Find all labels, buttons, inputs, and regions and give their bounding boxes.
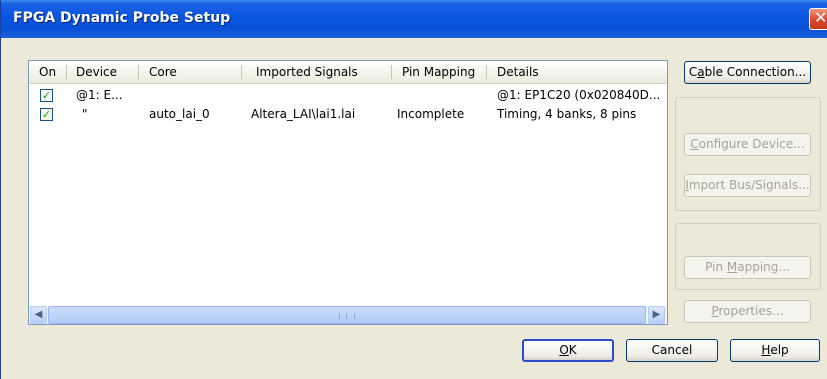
title-bar[interactable]: FPGA Dynamic Probe Setup ✕ — [1, 0, 827, 38]
btn-mnemonic: M — [726, 260, 738, 274]
cancel-button[interactable]: Cancel — [626, 339, 718, 362]
table-row[interactable]: ✓ " auto_lai_0 Altera_LAI\lai1.lai Incom… — [29, 105, 667, 124]
btn-label-prefix: C — [688, 65, 698, 79]
cell-pin-mapping: Incomplete — [397, 107, 465, 121]
close-icon[interactable]: ✕ — [809, 8, 827, 30]
row-enable-checkbox[interactable]: ✓ — [40, 89, 53, 102]
pin-mapping-button[interactable]: Pin Mapping... — [684, 256, 811, 279]
btn-label-rest: ble Connection... — [704, 65, 807, 79]
column-divider[interactable] — [241, 65, 242, 79]
list-header: On Device Core Imported Signals Pin Mapp… — [29, 61, 667, 84]
btn-label-rest: mport Bus/Signals... — [688, 178, 810, 192]
cable-connection-button[interactable]: Cable Connection... — [684, 61, 811, 84]
btn-mnemonic: H — [761, 343, 771, 357]
configure-device-button[interactable]: Configure Device... — [684, 133, 811, 156]
grip-icon — [339, 313, 355, 319]
cell-details: Timing, 4 banks, 8 pins — [497, 107, 637, 121]
btn-label-prefix: Pin — [705, 260, 727, 274]
btn-label-rest: elp — [770, 343, 789, 357]
column-header-details[interactable]: Details — [497, 61, 539, 83]
ok-button[interactable]: OK — [522, 339, 614, 362]
import-bus-signals-button[interactable]: Import Bus/Signals... — [684, 174, 811, 197]
btn-mnemonic: a — [697, 65, 705, 79]
dialog-window: FPGA Dynamic Probe Setup ✕ On Device Cor… — [0, 0, 827, 379]
cell-device: @1: E... — [76, 88, 123, 102]
btn-mnemonic: O — [559, 343, 569, 357]
probe-list[interactable]: On Device Core Imported Signals Pin Mapp… — [28, 60, 668, 325]
help-button[interactable]: Help — [730, 339, 820, 362]
scroll-left-glyph: ◀ — [34, 309, 43, 320]
scroll-thumb[interactable] — [48, 306, 646, 324]
window-title: FPGA Dynamic Probe Setup — [13, 10, 231, 26]
btn-label-rest: onfigure Device... — [698, 137, 805, 151]
column-header-core[interactable]: Core — [149, 61, 177, 83]
btn-label-rest: K — [568, 343, 577, 357]
column-header-on[interactable]: On — [39, 61, 56, 83]
horizontal-scrollbar[interactable]: ◀ ▶ — [29, 306, 667, 324]
cell-core: auto_lai_0 — [149, 107, 210, 121]
column-header-device[interactable]: Device — [76, 61, 117, 83]
btn-label-rest: roperties... — [718, 304, 784, 318]
column-header-imported-signals[interactable]: Imported Signals — [256, 61, 358, 83]
properties-button[interactable]: Properties... — [684, 300, 811, 323]
column-divider[interactable] — [66, 65, 67, 79]
column-divider[interactable] — [138, 65, 139, 79]
btn-mnemonic: C — [690, 137, 699, 151]
scroll-right-glyph: ▶ — [652, 309, 661, 320]
column-divider[interactable] — [486, 65, 487, 79]
cell-imported-signals: Altera_LAI\lai1.lai — [251, 107, 356, 121]
column-header-pin-mapping[interactable]: Pin Mapping — [402, 61, 475, 83]
scroll-right-icon[interactable]: ▶ — [648, 306, 665, 324]
table-row[interactable]: ✓ @1: E... @1: EP1C20 (0x020840D... — [29, 86, 667, 105]
btn-label: Cancel — [651, 343, 693, 357]
btn-label-rest: apping... — [737, 260, 790, 274]
cell-details: @1: EP1C20 (0x020840D... — [497, 88, 661, 102]
row-enable-checkbox[interactable]: ✓ — [40, 108, 53, 121]
close-glyph: ✕ — [814, 8, 827, 27]
column-divider[interactable] — [391, 65, 392, 79]
cell-device: " — [82, 107, 88, 121]
scroll-left-icon[interactable]: ◀ — [30, 306, 47, 324]
